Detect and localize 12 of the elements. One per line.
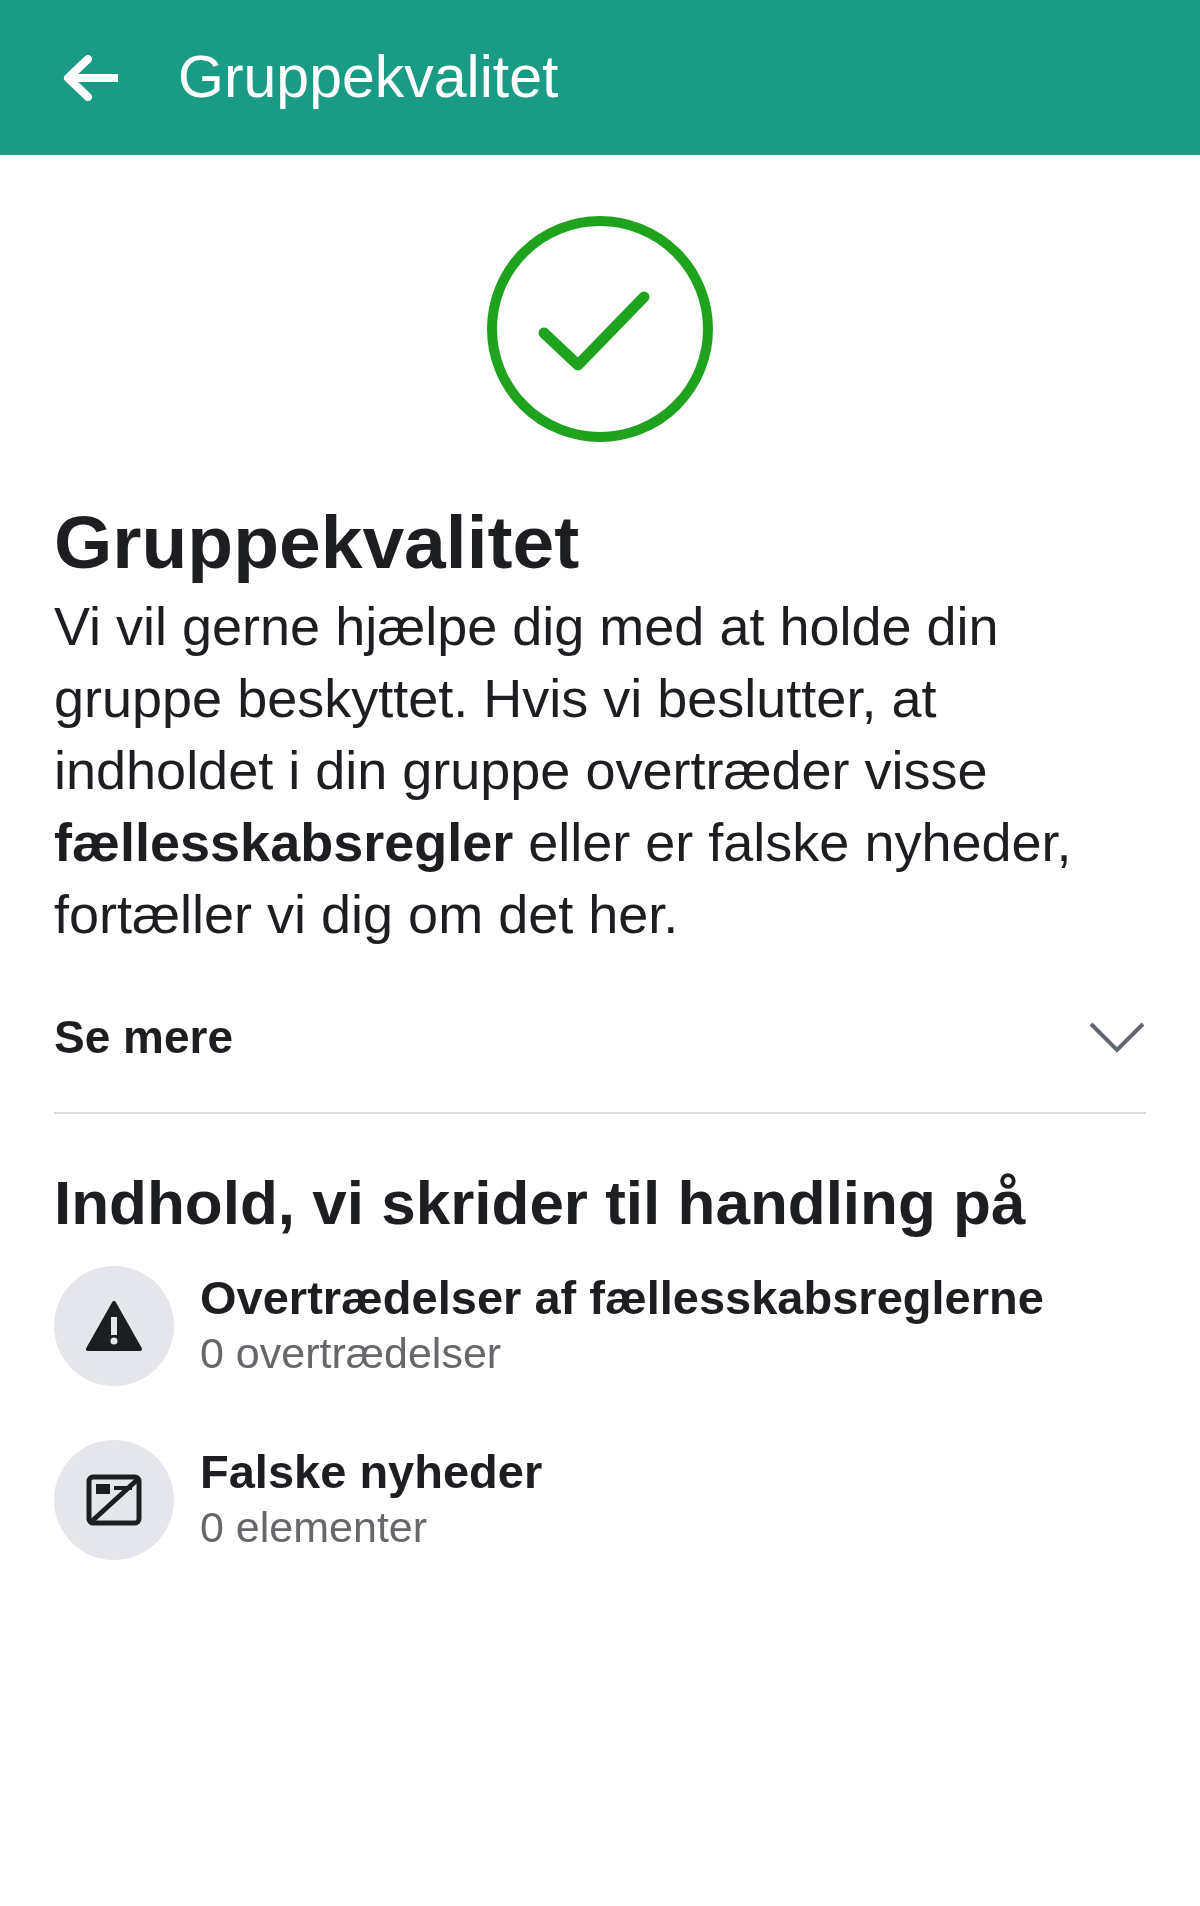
item-count: 0 elementer — [200, 1502, 429, 1554]
item-count: 0 overtrædelser — [200, 1328, 503, 1380]
back-icon[interactable] — [62, 54, 118, 101]
item-title: Overtrædelser af fællesskabsreglerne — [200, 1269, 1044, 1326]
page-title: Gruppekvalitet — [54, 501, 581, 584]
see-more-link[interactable]: Se mere — [54, 1003, 233, 1072]
item-title: Falske nyheder — [200, 1443, 543, 1500]
warning-icon — [86, 1300, 142, 1351]
chevron-icon[interactable] — [1088, 1020, 1146, 1055]
app-bar-title: Gruppekvalitet — [178, 43, 559, 113]
section-title: Indhold, vi skrider til handling på — [54, 1166, 1027, 1239]
description: Vi vil gerne hjælpe dig med at holde din gruppe beskyttet. Hvis vi beslutter, at indholdet i din gruppe overtræder visse fællesskabsregler eller er falske nyheder, fortæller vi dig om det her. — [54, 594, 1073, 946]
